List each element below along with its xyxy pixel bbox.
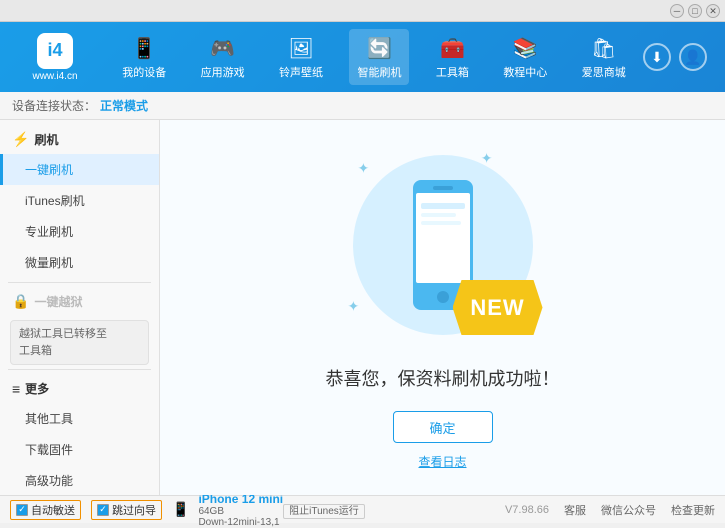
jailbreak-notice: 越狱工具已转移至工具箱 [10,320,149,365]
sparkle-top-right: ✦ [481,150,493,167]
nav-item-store[interactable]: 🛍 爱思商城 [574,29,634,85]
user-button[interactable]: 👤 [679,43,707,71]
wallpaper-label: 铃声壁纸 [279,64,323,80]
sparkle-bottom-left: ✦ [348,298,360,315]
logo-area: i4 www.i4.cn [10,33,100,82]
main-container: ⚡ 刷机 一键刷机 iTunes刷机 专业刷机 微量刷机 🔒 一键越狱 越狱工具… [0,120,725,495]
device-phone-icon: 📱 [172,501,189,518]
logo-url: www.i4.cn [32,71,77,82]
new-badge-text: NEW [470,295,524,321]
sidebar-item-pro-flash[interactable]: 专业刷机 [0,216,159,247]
itunes-flash-label: iTunes刷机 [25,194,85,208]
minimize-button[interactable]: ─ [670,4,684,18]
header: i4 www.i4.cn 📱 我的设备 🎮 应用游戏 🖼 铃声壁纸 🔄 智能刷机… [0,22,725,92]
sidebar: ⚡ 刷机 一键刷机 iTunes刷机 专业刷机 微量刷机 🔒 一键越狱 越狱工具… [0,120,160,495]
advanced-label: 高级功能 [25,474,73,488]
jailbreak-notice-text: 越狱工具已转移至工具箱 [19,328,107,357]
auto-submit-check-icon: ✓ [16,504,28,516]
device-area: 📱 iPhone 12 mini 64GB Down-12mini-13,1 [172,492,283,528]
maximize-button[interactable]: □ [688,4,702,18]
my-device-label: 我的设备 [122,64,166,80]
nav-item-my-device[interactable]: 📱 我的设备 [114,29,174,85]
version-label: V7.98.66 [505,504,549,516]
confirm-button[interactable]: 确定 [393,411,493,443]
close-button[interactable]: ✕ [706,4,720,18]
more-icon: ≡ [12,381,20,397]
jailbreak-label: 一键越狱 [34,293,82,310]
toolbox-icon: 🧰 [438,34,466,62]
view-log-link[interactable]: 查看日志 [418,453,466,470]
header-right: ⬇ 👤 [643,43,715,71]
check-update-link[interactable]: 检查更新 [671,502,715,518]
lock-icon: 🔒 [12,293,29,310]
sidebar-item-micro-flash[interactable]: 微量刷机 [0,247,159,278]
bottom-bar: ✓ 自动敏送 ✓ 跳过向导 📱 iPhone 12 mini 64GB Down… [0,495,725,523]
logo-text-inner: i4 [47,40,62,61]
smart-store-icon: 🔄 [365,34,393,62]
flash-header-icon: ⚡ [12,131,29,148]
wallpaper-icon: 🖼 [287,34,315,62]
customer-service-link[interactable]: 客服 [564,502,586,518]
nav-item-tutorial[interactable]: 📚 教程中心 [495,29,555,85]
sidebar-item-download-firmware[interactable]: 下载固件 [0,434,159,465]
more-header: ≡ 更多 [0,374,159,403]
store-label: 爱思商城 [582,64,626,80]
download-firmware-label: 下载固件 [25,443,73,457]
nav-item-apps[interactable]: 🎮 应用游戏 [193,29,253,85]
device-version: Down-12mini-13,1 [198,517,283,528]
jailbreak-header: 🔒 一键越狱 [0,287,159,316]
more-header-label: 更多 [25,380,49,397]
flash-header: ⚡ 刷机 [0,125,159,154]
auto-submit-label: 自动敏送 [31,502,75,518]
sidebar-item-itunes-flash[interactable]: iTunes刷机 [0,185,159,216]
bottom-left: ✓ 自动敏送 ✓ 跳过向导 📱 iPhone 12 mini 64GB Down… [10,492,283,528]
status-value: 正常模式 [100,97,148,114]
flash-section: ⚡ 刷机 一键刷机 iTunes刷机 专业刷机 微量刷机 🔒 一键越狱 越狱工具… [0,125,159,365]
logo-icon: i4 [37,33,73,69]
skip-wizard-label: 跳过向导 [112,502,156,518]
skip-wizard-check-icon: ✓ [97,504,109,516]
store-icon: 🛍 [590,34,618,62]
status-label: 设备连接状态： [12,97,96,114]
sidebar-divider-1 [8,282,151,283]
sidebar-item-advanced[interactable]: 高级功能 [0,465,159,495]
nav-item-smart-store[interactable]: 🔄 智能刷机 [349,29,409,85]
sidebar-item-other-tools[interactable]: 其他工具 [0,403,159,434]
my-device-icon: 📱 [130,34,158,62]
nav-bar: 📱 我的设备 🎮 应用游戏 🖼 铃声壁纸 🔄 智能刷机 🧰 工具箱 📚 教程中心… [105,29,643,85]
flash-header-label: 刷机 [34,131,58,148]
tutorial-label: 教程中心 [503,64,547,80]
micro-flash-label: 微量刷机 [25,256,73,270]
toolbox-label: 工具箱 [436,64,469,80]
sparkle-top-left: ✦ [358,160,370,177]
status-bar: 设备连接状态： 正常模式 [0,92,725,120]
itunes-status[interactable]: 阻止iTunes运行 [283,504,365,519]
other-tools-label: 其他工具 [25,412,73,426]
content-area: ✦ ✦ ✦ NEW 恭喜您，保资料刷机成功啦！ 确定 查看日志 [160,120,725,495]
sidebar-item-one-click-flash[interactable]: 一键刷机 [0,154,159,185]
wechat-link[interactable]: 微信公众号 [601,502,656,518]
nav-item-wallpaper[interactable]: 🖼 铃声壁纸 [271,29,331,85]
device-storage: 64GB [198,506,283,517]
nav-item-toolbox[interactable]: 🧰 工具箱 [428,29,477,85]
device-info: iPhone 12 mini 64GB Down-12mini-13,1 [198,492,283,528]
new-badge: NEW [453,280,543,335]
sidebar-divider-2 [8,369,151,370]
tutorial-icon: 📚 [511,34,539,62]
apps-label: 应用游戏 [201,64,245,80]
pro-flash-label: 专业刷机 [25,225,73,239]
auto-submit-checkbox[interactable]: ✓ 自动敏送 [10,500,81,520]
bottom-spacer: 阻止iTunes运行 [283,502,505,517]
success-text: 恭喜您，保资料刷机成功啦！ [326,365,560,391]
title-bar: ─ □ ✕ [0,0,725,22]
smart-store-label: 智能刷机 [357,64,401,80]
more-section: ≡ 更多 其他工具 下载固件 高级功能 [0,374,159,495]
one-click-flash-label: 一键刷机 [25,163,73,177]
download-button[interactable]: ⬇ [643,43,671,71]
skip-wizard-checkbox[interactable]: ✓ 跳过向导 [91,500,162,520]
apps-icon: 🎮 [209,34,237,62]
phone-illustration: ✦ ✦ ✦ NEW [343,145,543,345]
bottom-right: V7.98.66 客服 微信公众号 检查更新 [505,502,715,518]
